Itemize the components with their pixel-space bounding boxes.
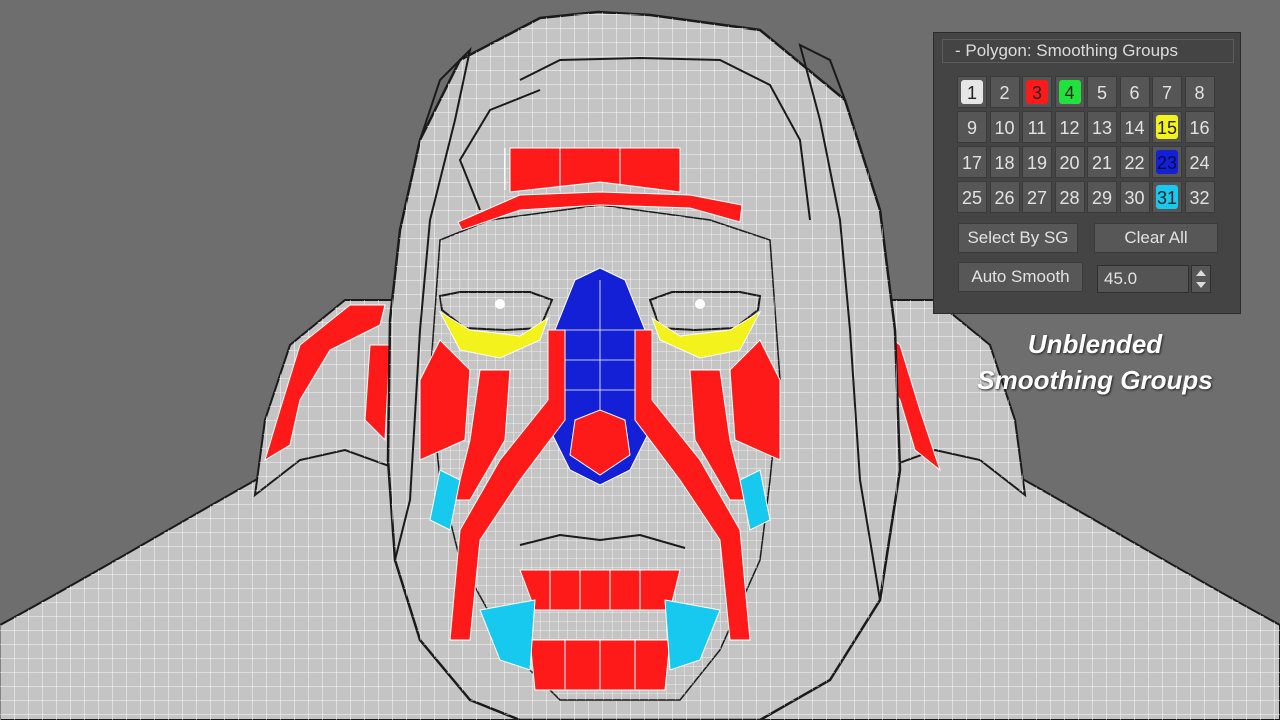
smoothing-group-number: 29 <box>1091 188 1113 208</box>
smoothing-group-button-8[interactable]: 8 <box>1184 76 1215 108</box>
smoothing-group-button-2[interactable]: 2 <box>989 76 1020 108</box>
smoothing-group-number: 14 <box>1124 118 1145 138</box>
smoothing-group-button-15[interactable]: 15 <box>1152 111 1182 143</box>
smoothing-group-button-14[interactable]: 14 <box>1119 111 1150 143</box>
smoothing-group-button-6[interactable]: 6 <box>1119 76 1150 108</box>
smoothing-group-button-24[interactable]: 24 <box>1184 146 1215 178</box>
smoothing-group-button-19[interactable]: 19 <box>1022 146 1052 178</box>
clear-all-button[interactable]: Clear All <box>1094 223 1218 253</box>
smoothing-group-number: 5 <box>1096 83 1107 103</box>
smoothing-group-number: 26 <box>994 188 1015 208</box>
threshold-spinner[interactable] <box>1191 265 1211 293</box>
smoothing-group-number: 32 <box>1189 188 1210 208</box>
smoothing-group-button-23[interactable]: 23 <box>1152 146 1182 178</box>
smoothing-group-number: 30 <box>1124 188 1145 208</box>
auto-smooth-threshold-field[interactable]: 45.0 <box>1097 265 1189 293</box>
smoothing-group-button-9[interactable]: 9 <box>957 111 987 143</box>
rollout-header[interactable]: - Polygon: Smoothing Groups <box>942 39 1234 63</box>
smoothing-group-number: 6 <box>1129 83 1140 103</box>
smoothing-group-number: 27 <box>1026 188 1048 208</box>
smoothing-group-button-31[interactable]: 31 <box>1152 181 1182 213</box>
smoothing-group-button-3[interactable]: 3 <box>1022 76 1052 108</box>
smoothing-group-number: 19 <box>1026 153 1048 173</box>
smoothing-group-number: 25 <box>961 188 983 208</box>
smoothing-group-number: 9 <box>966 118 977 138</box>
smoothing-group-button-5[interactable]: 5 <box>1087 76 1117 108</box>
smoothing-group-number: 3 <box>1031 83 1042 103</box>
smoothing-group-number: 18 <box>994 153 1015 173</box>
smoothing-group-number: 21 <box>1091 153 1113 173</box>
caption: Unblended Smoothing Groups <box>940 326 1250 398</box>
smoothing-group-button-29[interactable]: 29 <box>1087 181 1117 213</box>
smoothing-group-button-32[interactable]: 32 <box>1184 181 1215 213</box>
smoothing-group-button-11[interactable]: 11 <box>1022 111 1052 143</box>
smoothing-group-number: 1 <box>966 83 977 103</box>
caption-line-1: Unblended <box>1027 329 1163 359</box>
smoothing-group-number: 2 <box>999 83 1010 103</box>
caption-line-2: Smoothing Groups <box>977 365 1213 395</box>
smoothing-group-number: 8 <box>1194 83 1205 103</box>
smoothing-group-number: 28 <box>1059 188 1080 208</box>
smoothing-group-number: 11 <box>1027 118 1047 138</box>
spinner-down-icon[interactable] <box>1196 282 1206 288</box>
smoothing-group-number: 12 <box>1059 118 1080 138</box>
smoothing-group-button-1[interactable]: 1 <box>957 76 987 108</box>
smoothing-group-number: 31 <box>1156 188 1178 208</box>
smoothing-group-button-28[interactable]: 28 <box>1054 181 1085 213</box>
smoothing-group-number: 24 <box>1189 153 1210 173</box>
smoothing-groups-rollout: - Polygon: Smoothing Groups 1 2 3 4 5 6 7 8 9 10 1… <box>933 32 1241 314</box>
smoothing-group-number: 10 <box>994 118 1015 138</box>
smoothing-group-button-30[interactable]: 30 <box>1119 181 1150 213</box>
smoothing-group-number: 16 <box>1189 118 1210 138</box>
smoothing-group-button-7[interactable]: 7 <box>1152 76 1182 108</box>
smoothing-group-number: 4 <box>1064 83 1075 103</box>
smoothing-group-button-20[interactable]: 20 <box>1054 146 1085 178</box>
smoothing-group-number: 17 <box>961 153 983 173</box>
smoothing-group-button-27[interactable]: 27 <box>1022 181 1052 213</box>
smoothing-group-number: 13 <box>1091 118 1113 138</box>
smoothing-group-number: 22 <box>1124 153 1145 173</box>
smoothing-group-button-13[interactable]: 13 <box>1087 111 1117 143</box>
smoothing-group-number: 23 <box>1156 153 1178 173</box>
smoothing-group-button-4[interactable]: 4 <box>1054 76 1085 108</box>
select-by-sg-button[interactable]: Select By SG <box>958 223 1078 253</box>
smoothing-group-grid: 1 2 3 4 5 6 7 8 9 10 11 12 13 14 15 16 17 18 19 20 21 22 23 24 2… <box>957 76 1221 216</box>
auto-smooth-button[interactable]: Auto Smooth <box>958 262 1083 292</box>
smoothing-group-button-12[interactable]: 12 <box>1054 111 1085 143</box>
smoothing-group-button-17[interactable]: 17 <box>957 146 987 178</box>
smoothing-group-number: 7 <box>1161 83 1172 103</box>
smoothing-group-number: 20 <box>1059 153 1080 173</box>
smoothing-group-button-26[interactable]: 26 <box>989 181 1020 213</box>
smoothing-group-button-22[interactable]: 22 <box>1119 146 1150 178</box>
smoothing-group-number: 15 <box>1156 118 1178 138</box>
spinner-up-icon[interactable] <box>1196 270 1206 276</box>
smoothing-group-button-16[interactable]: 16 <box>1184 111 1215 143</box>
smoothing-group-button-25[interactable]: 25 <box>957 181 987 213</box>
smoothing-group-button-10[interactable]: 10 <box>989 111 1020 143</box>
smoothing-group-button-21[interactable]: 21 <box>1087 146 1117 178</box>
smoothing-group-button-18[interactable]: 18 <box>989 146 1020 178</box>
